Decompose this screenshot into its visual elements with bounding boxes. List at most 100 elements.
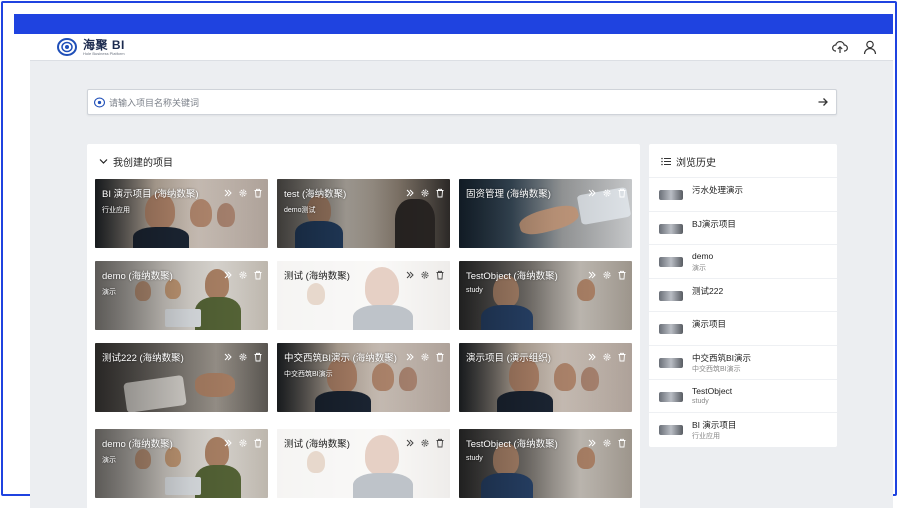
- trash-icon[interactable]: [617, 349, 627, 362]
- history-item[interactable]: 演示项目: [649, 311, 837, 345]
- settings-gear-icon[interactable]: [420, 185, 430, 197]
- settings-gear-icon[interactable]: [602, 435, 612, 447]
- project-card[interactable]: 中交西筑BI演示 (海纳数聚) 中交西筑BI演示: [277, 343, 450, 412]
- project-card[interactable]: demo (海纳数聚) 演示: [95, 261, 268, 330]
- browse-history-header: 浏览历史: [661, 154, 716, 169]
- settings-gear-icon[interactable]: [238, 435, 248, 447]
- logo-title: 海聚 BI: [83, 37, 125, 52]
- history-item[interactable]: 测试222: [649, 277, 837, 312]
- history-thumbnail: [659, 357, 683, 368]
- project-card[interactable]: 测试 (海纳数聚): [277, 429, 450, 498]
- project-card[interactable]: demo (海纳数聚) 演示: [95, 429, 268, 498]
- brand-logo[interactable]: 海聚 BI Hole Business Platform: [57, 38, 125, 56]
- app-window: 海聚 BI Hole Business Platform 我创建的项目: [30, 34, 893, 508]
- double-chevron-right-icon[interactable]: [405, 185, 415, 197]
- project-card-subtitle: 中交西筑BI演示: [284, 371, 333, 378]
- double-chevron-right-icon[interactable]: [223, 185, 233, 197]
- history-item-name: demo: [692, 251, 714, 262]
- browse-history-list: 污水处理演示 BJ演示项目 demo 演示 测试222 演示项目 中交西筑BI演…: [649, 177, 837, 446]
- trash-icon[interactable]: [617, 267, 627, 280]
- trash-icon[interactable]: [253, 349, 263, 362]
- project-card[interactable]: test (海纳数聚) demo测试: [277, 179, 450, 248]
- history-item[interactable]: demo 演示: [649, 244, 837, 278]
- history-item-name: 污水处理演示: [692, 185, 744, 195]
- project-card-title: 演示项目 (演示组织): [466, 353, 551, 364]
- history-item[interactable]: TestObject study: [649, 378, 837, 413]
- double-chevron-right-icon[interactable]: [405, 349, 415, 361]
- trash-icon[interactable]: [435, 349, 445, 362]
- double-chevron-right-icon[interactable]: [405, 435, 415, 447]
- double-chevron-right-icon[interactable]: [587, 185, 597, 197]
- project-card-title: demo (海纳数聚): [102, 271, 173, 282]
- project-card[interactable]: 演示项目 (演示组织): [459, 343, 632, 412]
- trash-icon[interactable]: [253, 435, 263, 448]
- project-card[interactable]: 测试222 (海纳数聚): [95, 343, 268, 412]
- history-thumbnail: [659, 190, 683, 200]
- history-item-name: 演示项目: [692, 319, 727, 330]
- project-search-bar: [87, 89, 837, 115]
- trash-icon[interactable]: [253, 185, 263, 198]
- project-card-subtitle: study: [466, 455, 483, 462]
- double-chevron-right-icon[interactable]: [223, 267, 233, 279]
- double-chevron-right-icon[interactable]: [223, 349, 233, 361]
- history-item-subtitle: 行业应用: [692, 433, 720, 441]
- history-item-subtitle: study: [692, 397, 709, 405]
- history-thumbnail: [659, 223, 683, 234]
- logo-eye-icon: [94, 97, 105, 108]
- double-chevron-right-icon[interactable]: [405, 267, 415, 279]
- settings-gear-icon[interactable]: [602, 267, 612, 279]
- history-item[interactable]: 中交西筑BI演示 中交西筑BI演示: [649, 344, 837, 379]
- logo-subtitle: Hole Business Platform: [83, 50, 125, 56]
- history-item[interactable]: BJ演示项目: [649, 210, 837, 245]
- trash-icon[interactable]: [435, 267, 445, 280]
- browse-history-panel: 浏览历史 污水处理演示 BJ演示项目 demo 演示 测试222 演示项目 中交…: [649, 144, 837, 447]
- project-card-title: 固资管理 (海纳数聚): [466, 189, 551, 200]
- trash-icon[interactable]: [253, 267, 263, 280]
- double-chevron-right-icon[interactable]: [587, 435, 597, 447]
- trash-icon[interactable]: [435, 435, 445, 448]
- settings-gear-icon[interactable]: [602, 185, 612, 197]
- project-card-title: TestObject (海纳数聚): [466, 271, 558, 282]
- my-projects-panel: 我创建的项目 BI 演示项目 (海纳数聚) 行业应用 test (海纳数聚) d…: [87, 144, 640, 508]
- project-card-subtitle: study: [466, 287, 483, 294]
- trash-icon[interactable]: [617, 435, 627, 448]
- project-card[interactable]: 固资管理 (海纳数聚): [459, 179, 632, 248]
- decorative-frame-bar: [14, 14, 893, 34]
- history-thumbnail: [659, 324, 683, 335]
- arrow-right-icon[interactable]: [817, 96, 829, 108]
- double-chevron-right-icon[interactable]: [587, 267, 597, 279]
- double-chevron-right-icon[interactable]: [223, 435, 233, 447]
- project-card-title: test (海纳数聚): [284, 189, 347, 200]
- project-card-title: 测试 (海纳数聚): [284, 439, 350, 450]
- browse-history-title: 浏览历史: [676, 158, 716, 169]
- settings-gear-icon[interactable]: [602, 349, 612, 361]
- search-input[interactable]: [109, 93, 809, 112]
- logo-eye-icon: [57, 38, 77, 56]
- settings-gear-icon[interactable]: [420, 435, 430, 447]
- settings-gear-icon[interactable]: [420, 349, 430, 361]
- user-icon[interactable]: [862, 39, 878, 55]
- project-card[interactable]: 测试 (海纳数聚): [277, 261, 450, 330]
- project-card[interactable]: BI 演示项目 (海纳数聚) 行业应用: [95, 179, 268, 248]
- history-item[interactable]: 污水处理演示: [649, 177, 837, 211]
- settings-gear-icon[interactable]: [238, 185, 248, 197]
- settings-gear-icon[interactable]: [238, 267, 248, 279]
- settings-gear-icon[interactable]: [238, 349, 248, 361]
- trash-icon[interactable]: [617, 185, 627, 198]
- settings-gear-icon[interactable]: [420, 267, 430, 279]
- history-thumbnail: [659, 425, 683, 436]
- project-card[interactable]: TestObject (海纳数聚) study: [459, 261, 632, 330]
- trash-icon[interactable]: [435, 185, 445, 198]
- my-projects-toggle[interactable]: 我创建的项目: [99, 154, 173, 169]
- history-item-name: 中交西筑BI演示: [692, 352, 752, 363]
- project-card-subtitle: 演示: [102, 289, 116, 296]
- double-chevron-right-icon[interactable]: [587, 349, 597, 361]
- history-item[interactable]: BI 演示项目 行业应用: [649, 412, 837, 446]
- project-card-title: demo (海纳数聚): [102, 439, 173, 450]
- cloud-upload-icon[interactable]: [832, 39, 848, 55]
- history-item-subtitle: 中交西筑BI演示: [692, 365, 741, 373]
- project-card-subtitle: 行业应用: [102, 207, 130, 214]
- history-thumbnail: [659, 290, 683, 301]
- project-card[interactable]: TestObject (海纳数聚) study: [459, 429, 632, 498]
- list-icon: [661, 157, 671, 166]
